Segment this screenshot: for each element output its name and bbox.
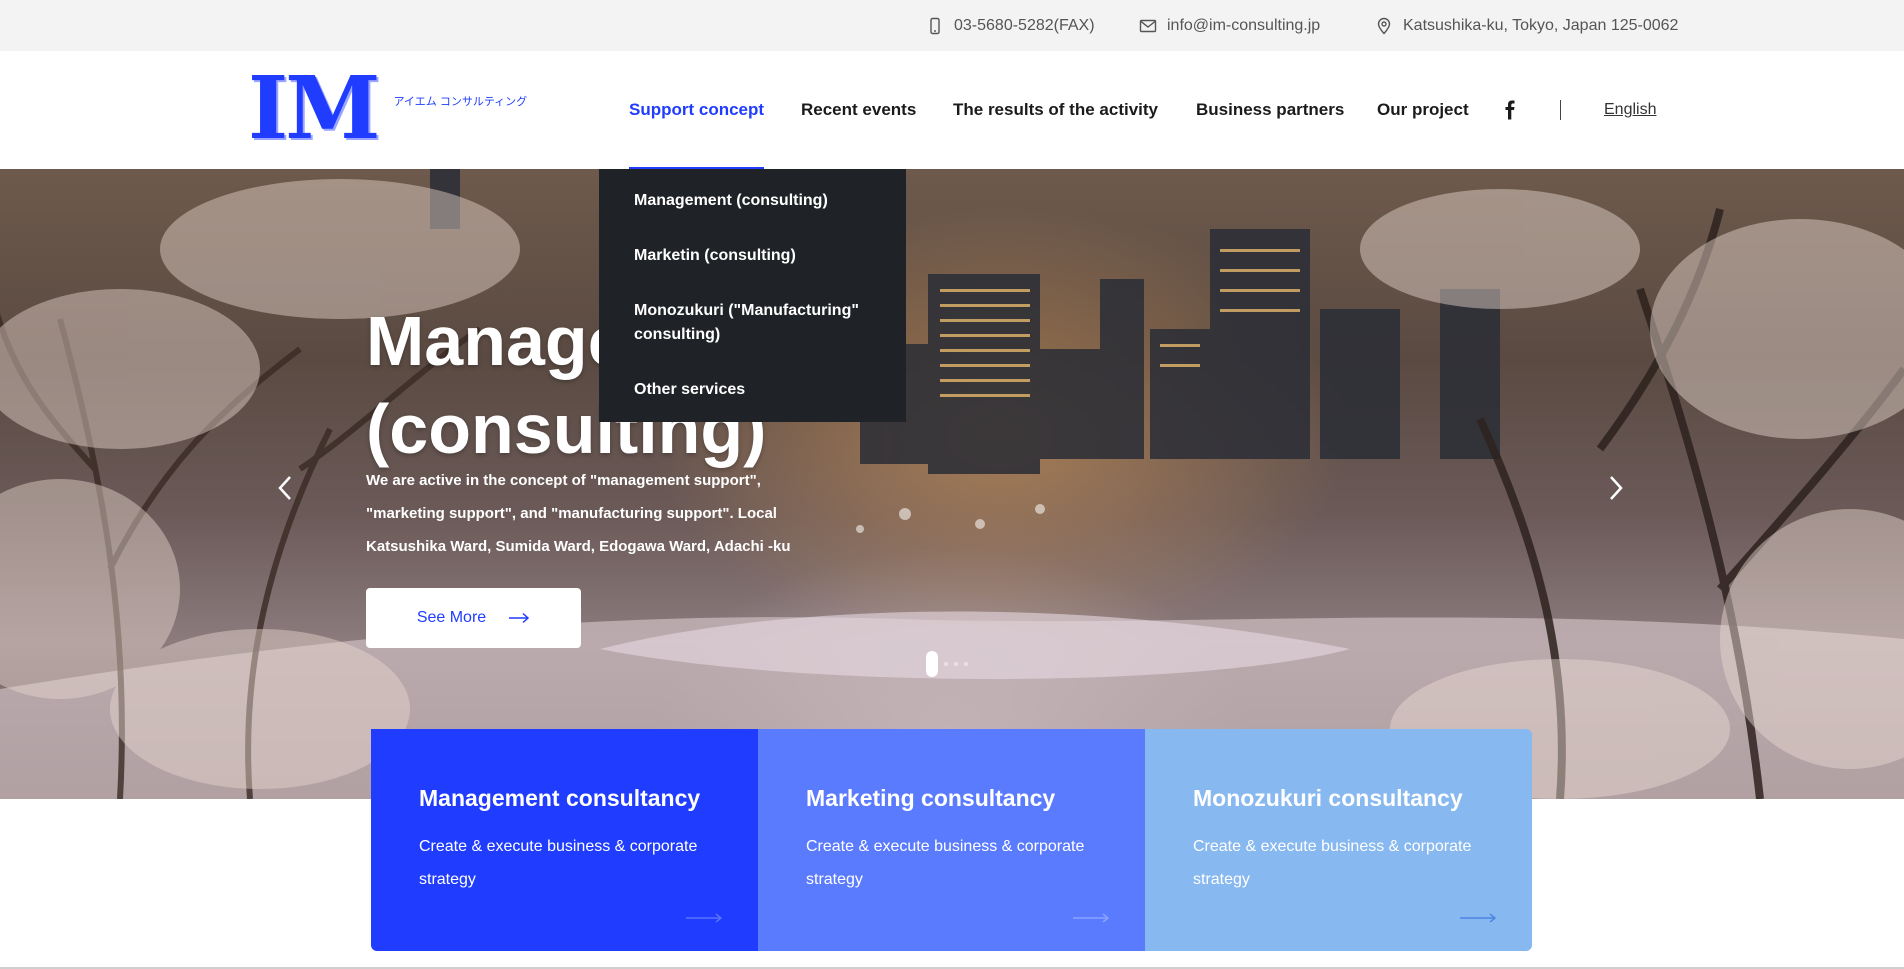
card-description: Create & execute business & corporate st… xyxy=(419,838,698,888)
address-text: Katsushika-ku, Tokyo, Japan 125-0062 xyxy=(1403,16,1679,34)
hero-slider: Management (consulting) We are active in… xyxy=(0,169,1904,799)
map-pin-icon xyxy=(1377,17,1391,35)
phone-icon xyxy=(930,17,940,34)
contact-address: Katsushika-ku, Tokyo, Japan 125-0062 xyxy=(1375,0,1678,51)
dropdown-item-management[interactable]: Management (consulting) xyxy=(599,189,906,213)
card-description: Create & execute business & corporate st… xyxy=(806,838,1085,888)
arrow-right-icon xyxy=(686,913,722,923)
dropdown-item-other-services[interactable]: Other services xyxy=(599,378,906,402)
arrow-right-icon xyxy=(509,612,530,624)
card-marketing[interactable]: Marketing consultancy Create & execute b… xyxy=(758,729,1145,951)
nav-divider xyxy=(1560,100,1561,120)
slider-dot-active[interactable] xyxy=(926,651,938,677)
phone-text: 03-5680-5282(FAX) xyxy=(954,16,1095,34)
arrow-right-icon xyxy=(1073,913,1109,923)
see-more-button[interactable]: See More xyxy=(366,588,581,648)
hero-description: We are active in the concept of "managem… xyxy=(366,472,791,555)
card-monozukuri[interactable]: Monozukuri consultancy Create & execute … xyxy=(1145,729,1532,951)
slider-dot[interactable] xyxy=(944,662,948,666)
facebook-icon xyxy=(1505,100,1515,120)
chevron-right-icon xyxy=(1610,476,1623,500)
service-cards: Management consultancy Create & execute … xyxy=(371,729,1532,951)
contact-email[interactable]: info@im-consulting.jp xyxy=(1139,0,1320,51)
site-header: IM アイエム コンサルティング Support concept Recent … xyxy=(0,51,1904,170)
nav-support-concept[interactable]: Support concept xyxy=(629,51,765,170)
slider-dot[interactable] xyxy=(964,662,968,666)
slider-next-button[interactable] xyxy=(1601,473,1631,503)
dropdown-item-marketing[interactable]: Marketin (consulting) xyxy=(599,244,906,268)
card-title: Monozukuri consultancy xyxy=(1193,785,1463,811)
contact-phone[interactable]: 03-5680-5282(FAX) xyxy=(926,0,1095,51)
dropdown-item-monozukuri[interactable]: Monozukuri ("Manufacturing" consulting) xyxy=(599,299,906,347)
chevron-left-icon xyxy=(278,476,291,500)
slider-prev-button[interactable] xyxy=(270,473,300,503)
slider-dot[interactable] xyxy=(954,662,958,666)
arrow-right-icon xyxy=(1460,913,1496,923)
nav-business-partners[interactable]: Business partners xyxy=(1196,51,1344,169)
main-nav: Support concept Recent events The result… xyxy=(0,51,1904,170)
mail-icon xyxy=(1139,19,1157,32)
support-concept-dropdown: Management (consulting) Marketin (consul… xyxy=(599,169,906,422)
card-description: Create & execute business & corporate st… xyxy=(1193,838,1472,888)
slider-pagination xyxy=(926,651,968,677)
nav-activity-results[interactable]: The results of the activity xyxy=(953,51,1158,169)
language-switch[interactable]: English xyxy=(1604,51,1656,169)
card-title: Marketing consultancy xyxy=(806,785,1056,811)
facebook-link[interactable] xyxy=(1502,51,1518,169)
nav-recent-events[interactable]: Recent events xyxy=(801,51,916,169)
card-title: Management consultancy xyxy=(419,785,701,811)
top-info-bar: 03-5680-5282(FAX) info@im-consulting.jp … xyxy=(0,0,1904,51)
card-management[interactable]: Management consultancy Create & execute … xyxy=(371,729,758,951)
see-more-label: See More xyxy=(416,609,487,626)
nav-our-project[interactable]: Our project xyxy=(1377,51,1469,169)
email-text: info@im-consulting.jp xyxy=(1167,16,1321,34)
